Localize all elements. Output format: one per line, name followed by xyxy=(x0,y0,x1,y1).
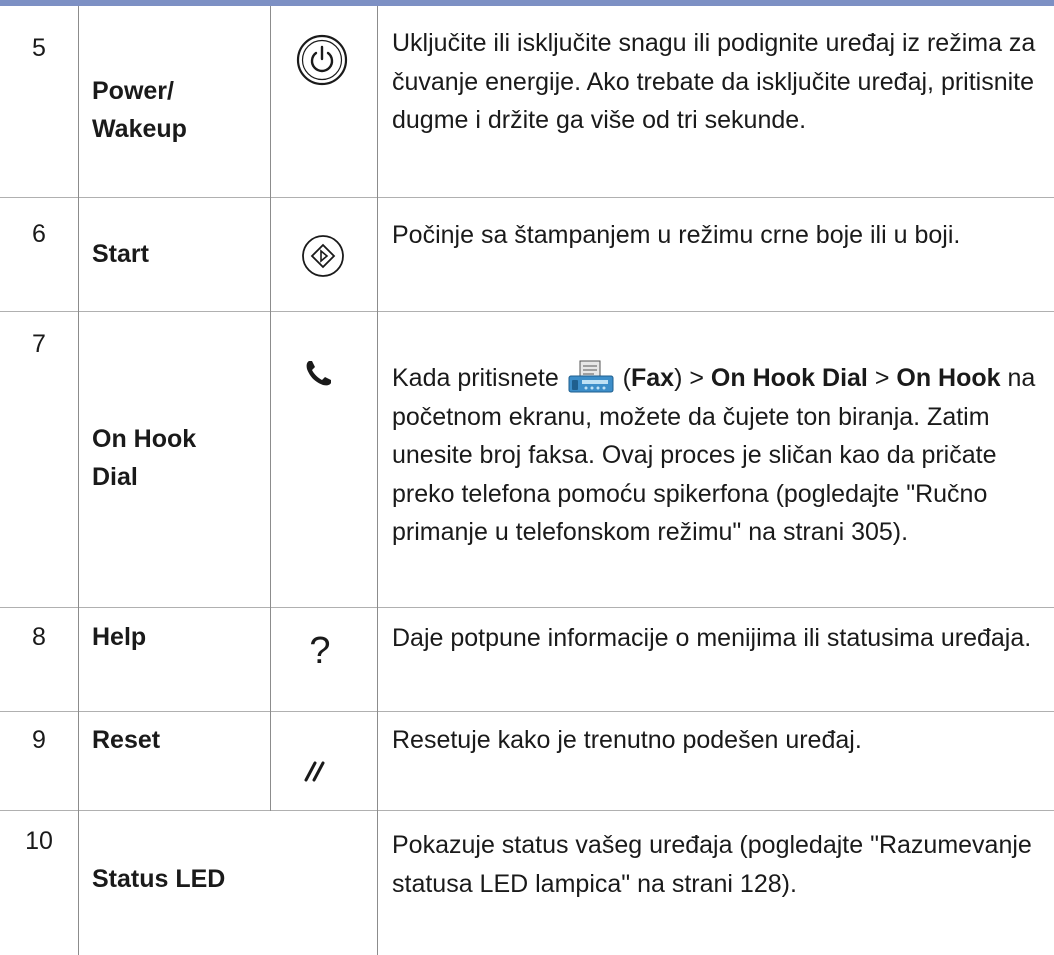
description: Uključite ili isključite snagu ili podig… xyxy=(392,29,1036,134)
button-name: Start xyxy=(92,240,149,268)
start-icon xyxy=(301,234,345,278)
column-divider xyxy=(270,6,271,811)
description: Resetuje kako je trenutno podešen uređaj… xyxy=(392,726,862,754)
fax-icon xyxy=(566,358,616,396)
button-name: Status LED xyxy=(92,865,226,893)
phone-handset-icon xyxy=(304,358,334,388)
row-number: 10 xyxy=(25,827,53,855)
row-number: 9 xyxy=(32,726,46,754)
description: Počinje sa štampanjem u režimu crne boje… xyxy=(392,221,961,249)
row-number: 7 xyxy=(32,330,46,358)
power-icon xyxy=(296,34,348,86)
table-row: 7 On Hook Dial Kada pritisnete (Fax) > O… xyxy=(0,312,1054,608)
column-divider xyxy=(78,6,79,955)
reset-icon xyxy=(302,758,328,784)
button-name: Reset xyxy=(92,726,161,754)
table-row: 6 Start Počinje sa štampanjem u režimu c… xyxy=(0,198,1054,312)
description: Pokazuje status vašeg uređaja (pogledajt… xyxy=(392,831,1032,898)
row-number: 5 xyxy=(32,34,46,62)
table-row: 8 Help ? Daje potpune informacije o meni… xyxy=(0,608,1054,712)
column-divider xyxy=(377,6,378,955)
table-row: 5 Power/ Wakeup Uključite ili isključite… xyxy=(0,6,1054,198)
table-row: 10 Status LED Pokazuje status vašeg uređ… xyxy=(0,811,1054,955)
question-mark-icon: ? xyxy=(309,630,331,672)
table-row: 9 Reset Resetuje kako je trenutno podeše… xyxy=(0,712,1054,811)
description: Kada pritisnete (Fax) > On Hook Dial > O… xyxy=(392,358,1042,552)
description: Daje potpune informacije o menijima ili … xyxy=(392,624,1032,652)
row-number: 8 xyxy=(32,623,46,651)
button-name: Power/ Wakeup xyxy=(92,77,187,143)
row-number: 6 xyxy=(32,220,46,248)
button-name: On Hook Dial xyxy=(92,425,197,491)
button-name: Help xyxy=(92,623,147,651)
